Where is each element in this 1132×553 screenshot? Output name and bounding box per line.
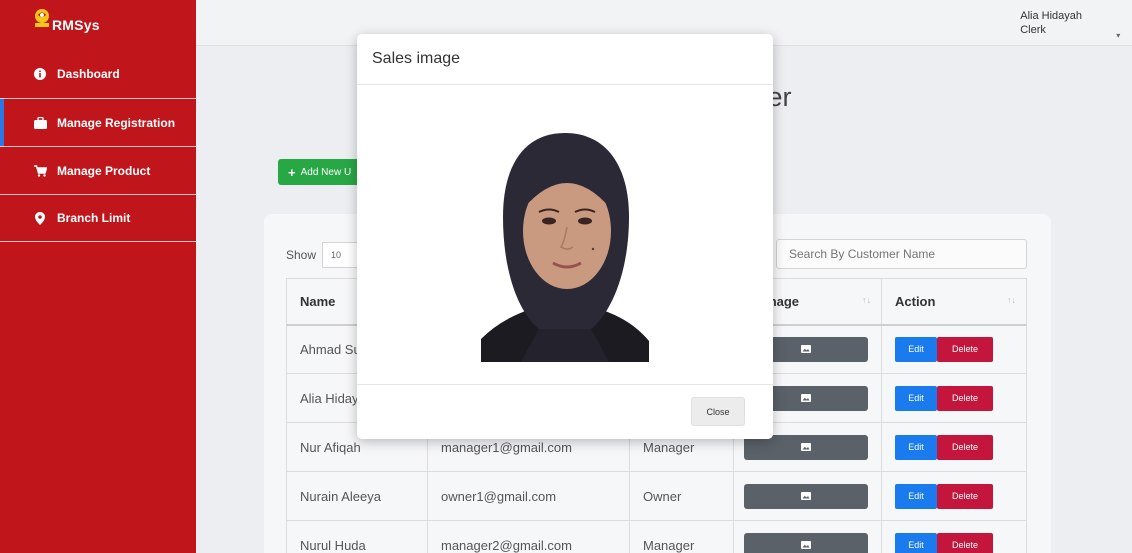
cell-profile-image [733, 520, 882, 553]
show-entries: Show 10 [286, 242, 363, 268]
briefcase-icon [33, 116, 47, 130]
view-image-button[interactable] [744, 483, 868, 509]
cart-icon [33, 164, 47, 178]
modal-header: Sales image [357, 34, 773, 85]
sort-icon: ↑↓ [862, 295, 871, 305]
chevron-down-icon: ▾ [1116, 31, 1121, 40]
cell-action: Edit Delete [881, 422, 1027, 472]
cell-role: Owner [629, 471, 734, 521]
add-new-user-button[interactable]: + Add New U [278, 159, 368, 185]
delete-button[interactable]: Delete [937, 434, 993, 460]
sidebar-item-branch-limit[interactable]: Branch Limit [0, 194, 196, 242]
show-label: Show [286, 248, 317, 262]
edit-button[interactable]: Edit [895, 385, 937, 411]
cell-profile-image [733, 471, 882, 521]
modal-body [357, 85, 773, 385]
delete-button[interactable]: Delete [937, 385, 993, 411]
sidebar-item-label: Manage Product [57, 163, 151, 178]
sort-icon: ↑↓ [1007, 295, 1016, 305]
sidebar-item-label: Branch Limit [57, 211, 131, 225]
row-actions: Edit Delete [895, 532, 1013, 553]
close-button[interactable]: Close [691, 397, 745, 426]
cell-action: Edit Delete [881, 324, 1027, 374]
column-header-action[interactable]: Action ↑↓ [881, 278, 1027, 326]
sidebar-item-dashboard[interactable]: Dashboard [0, 50, 196, 98]
delete-button[interactable]: Delete [937, 483, 993, 509]
row-actions: Edit Delete [895, 385, 1013, 411]
rms-logo-icon [35, 9, 49, 27]
cell-action: Edit Delete [881, 471, 1027, 521]
entries-per-page-value: 10 [331, 250, 342, 260]
row-actions: Edit Delete [895, 483, 1013, 509]
view-image-button[interactable] [744, 532, 868, 553]
map-marker-icon [33, 211, 47, 225]
sales-image-modal: Sales image Close [357, 34, 773, 439]
sidebar: RMSys Dashboard Manage Registration Mana… [0, 0, 196, 553]
edit-button[interactable]: Edit [895, 532, 937, 553]
sidebar-nav: Dashboard Manage Registration Manage Pro… [0, 50, 196, 242]
cell-email: owner1@gmail.com [427, 471, 630, 521]
add-new-user-label: Add New U [300, 166, 352, 178]
brand-name: RMSys [52, 17, 100, 33]
modal-title: Sales image [372, 50, 461, 67]
plus-icon: + [288, 164, 296, 180]
table-row: Nurain Aleeya owner1@gmail.com Owner Edi… [286, 471, 1027, 521]
edit-button[interactable]: Edit [895, 336, 937, 362]
profile-photo [481, 119, 649, 362]
brand[interactable]: RMSys [0, 0, 196, 50]
image-icon [801, 492, 811, 500]
sidebar-item-manage-registration[interactable]: Manage Registration [0, 98, 196, 146]
sidebar-item-label: Dashboard [57, 67, 120, 81]
cell-role: Manager [629, 520, 734, 553]
image-icon [801, 345, 811, 354]
cell-action: Edit Delete [881, 520, 1027, 553]
sidebar-item-manage-product[interactable]: Manage Product [0, 146, 196, 194]
modal-footer: Close [357, 385, 773, 439]
sidebar-item-label: Manage Registration [57, 115, 176, 130]
cell-name: Nurain Aleeya [286, 471, 428, 521]
image-icon [801, 541, 811, 549]
user-role: Clerk [1020, 24, 1046, 36]
row-actions: Edit Delete [895, 336, 1013, 362]
row-actions: Edit Delete [895, 434, 1013, 460]
user-menu[interactable]: Alia Hidayah Clerk ▾ [1020, 9, 1120, 40]
delete-button[interactable]: Delete [937, 336, 993, 362]
image-icon [801, 443, 811, 451]
image-icon [801, 394, 811, 402]
edit-button[interactable]: Edit [895, 434, 937, 460]
cell-action: Edit Delete [881, 373, 1027, 423]
search-input[interactable] [776, 239, 1027, 269]
info-circle-icon [33, 67, 47, 81]
user-name: Alia Hidayah [1020, 10, 1082, 22]
cell-email: manager2@gmail.com [427, 520, 630, 553]
edit-button[interactable]: Edit [895, 483, 937, 509]
table-row: Nurul Huda manager2@gmail.com Manager Ed… [286, 520, 1027, 553]
delete-button[interactable]: Delete [937, 532, 993, 553]
cell-name: Nurul Huda [286, 520, 428, 553]
